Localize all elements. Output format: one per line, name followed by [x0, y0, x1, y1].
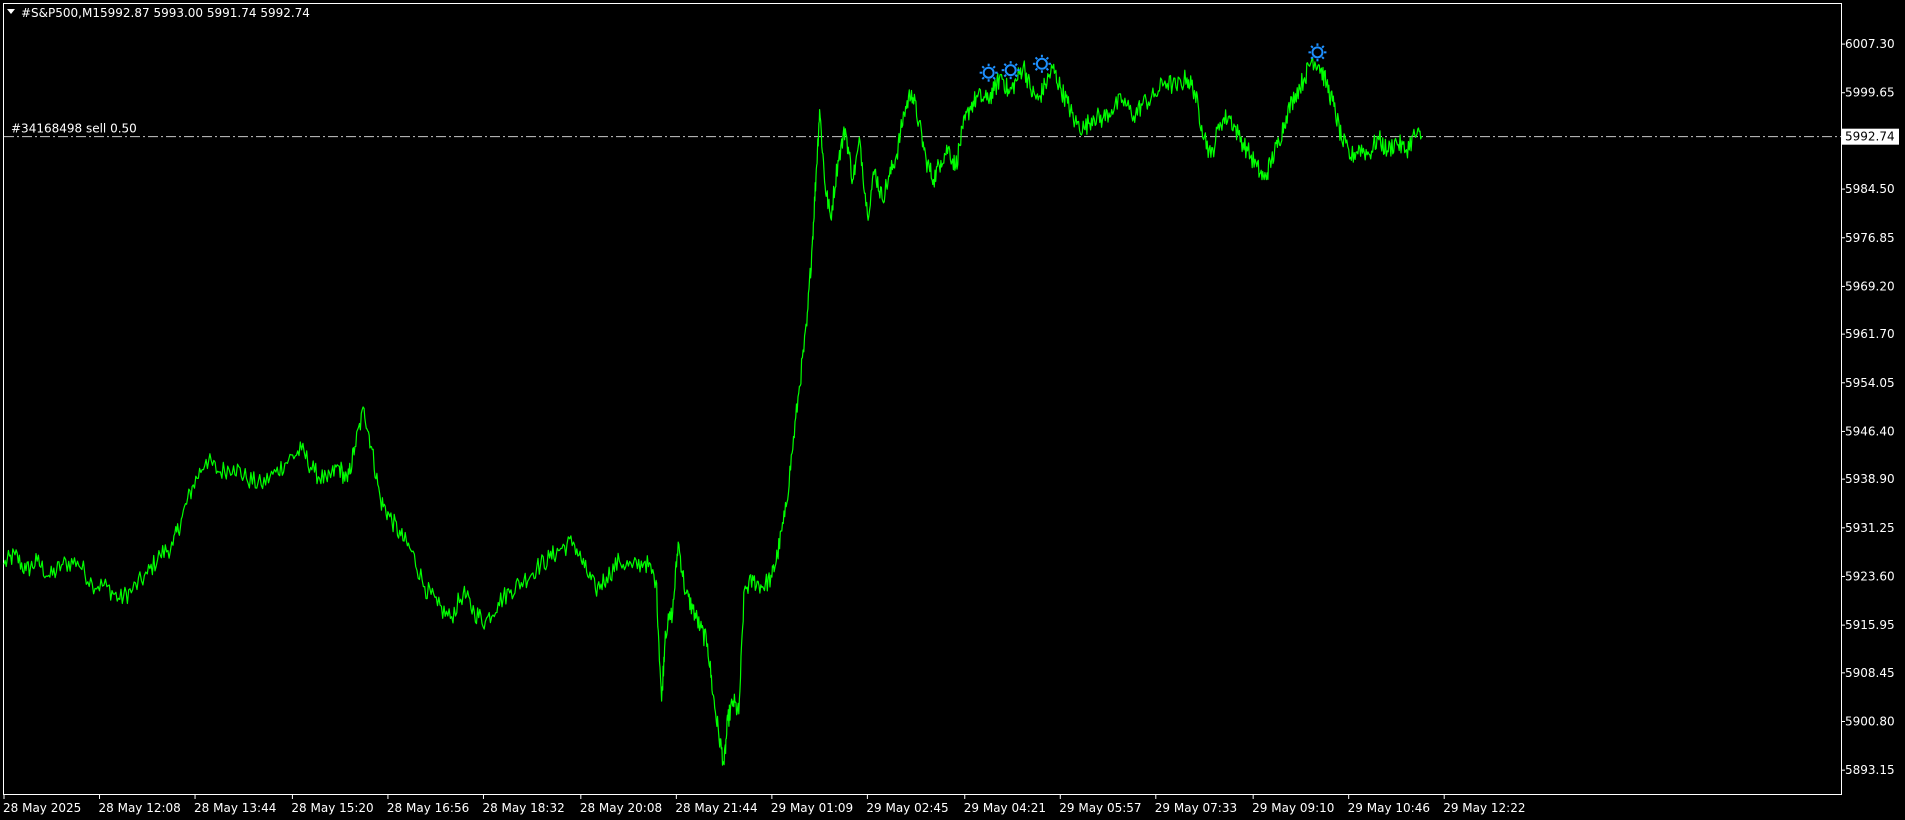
y-tick-label-1: 5999.65 — [1845, 86, 1895, 100]
price-chart[interactable]: #S&P500,M1 5992.87 5993.00 5991.74 5992.… — [0, 0, 1905, 820]
y-tick-label-7: 5946.40 — [1845, 424, 1895, 438]
y-tick-label-12: 5908.45 — [1845, 666, 1895, 680]
y-tick-label-3: 5976.85 — [1845, 231, 1895, 245]
x-tick-label-4: 28 May 16:56 — [387, 801, 469, 815]
y-tick-label-2: 5984.50 — [1845, 182, 1895, 196]
x-tick-label-11: 29 May 05:57 — [1059, 801, 1141, 815]
x-tick-label-8: 29 May 01:09 — [771, 801, 853, 815]
y-tick-label-10: 5923.60 — [1845, 569, 1895, 583]
x-tick-label-5: 28 May 18:32 — [482, 801, 564, 815]
chart-header: #S&P500,M1 5992.87 5993.00 5991.74 5992.… — [7, 6, 310, 20]
x-tick-label-3: 28 May 15:20 — [291, 801, 373, 815]
y-tick-label-9: 5931.25 — [1845, 521, 1895, 535]
y-tick-label-11: 5915.95 — [1845, 618, 1895, 632]
y-tick-label-14: 5893.15 — [1845, 763, 1895, 777]
x-tick-label-1: 28 May 12:08 — [99, 801, 181, 815]
x-tick-label-7: 28 May 21:44 — [675, 801, 757, 815]
y-tick-label-5: 5961.70 — [1845, 327, 1895, 341]
y-tick-label-4: 5969.20 — [1845, 279, 1895, 293]
y-tick-label-13: 5900.80 — [1845, 714, 1895, 728]
y-tick-label-6: 5954.05 — [1845, 376, 1895, 390]
chart-background — [0, 0, 1905, 820]
current-price-label: 5992.74 — [1845, 130, 1895, 144]
x-tick-label-14: 29 May 10:46 — [1348, 801, 1430, 815]
current-price-tag: 5992.74 — [1842, 128, 1899, 145]
x-tick-label-13: 29 May 09:10 — [1252, 801, 1334, 815]
order-line-label: #34168498 sell 0.50 — [11, 122, 137, 136]
symbol-label: #S&P500,M1 — [21, 6, 100, 20]
x-tick-label-10: 29 May 04:21 — [964, 801, 1046, 815]
x-tick-label-0: 28 May 2025 — [3, 801, 81, 815]
x-tick-label-6: 28 May 20:08 — [580, 801, 662, 815]
ohlc-readout: 5992.87 5993.00 5991.74 5992.74 — [100, 6, 310, 20]
x-tick-label-2: 28 May 13:44 — [194, 801, 276, 815]
y-tick-label-0: 6007.30 — [1845, 37, 1895, 51]
x-tick-label-15: 29 May 12:22 — [1443, 801, 1525, 815]
x-tick-label-12: 29 May 07:33 — [1155, 801, 1237, 815]
y-tick-label-8: 5938.90 — [1845, 472, 1895, 486]
x-tick-label-9: 29 May 02:45 — [866, 801, 948, 815]
